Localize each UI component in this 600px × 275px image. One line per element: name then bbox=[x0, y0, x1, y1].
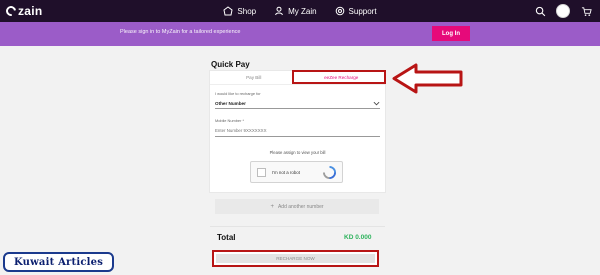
recharge-for-select[interactable]: Other Number bbox=[215, 98, 380, 109]
nav-item-my-zain[interactable]: My Zain bbox=[274, 4, 317, 18]
plus-icon: + bbox=[270, 203, 274, 210]
support-icon bbox=[335, 6, 345, 16]
nav-item-support[interactable]: Support bbox=[335, 4, 377, 18]
recaptcha-icon bbox=[322, 165, 336, 179]
main-nav: Shop My Zain Support bbox=[0, 4, 600, 18]
avatar[interactable] bbox=[556, 4, 570, 18]
annotation-arrow-icon bbox=[392, 63, 463, 94]
mobile-number-input[interactable] bbox=[215, 125, 380, 137]
nav-item-label: Support bbox=[348, 6, 377, 16]
chevron-down-icon bbox=[372, 99, 380, 107]
mobile-number-label: Mobile Number * bbox=[215, 118, 244, 123]
banner-message: Please sign in to MyZain for a tailored … bbox=[120, 29, 241, 35]
tab-pay-bill[interactable]: Pay Bill bbox=[210, 71, 298, 84]
nav-item-label: Shop bbox=[237, 6, 257, 16]
recharge-for-label: I would like to recharge for bbox=[215, 91, 261, 96]
total-value: KD 0.000 bbox=[344, 234, 372, 241]
recaptcha-widget: I'm not a robot bbox=[250, 161, 343, 183]
login-button[interactable]: Log In bbox=[432, 26, 470, 41]
tab-eezee-recharge[interactable]: eeZee Recharge bbox=[298, 71, 386, 84]
sign-in-banner: Please sign in to MyZain for a tailored … bbox=[0, 22, 600, 46]
nav-item-label: My Zain bbox=[288, 6, 317, 16]
page-title: Quick Pay bbox=[211, 60, 250, 69]
quick-pay-tabs: Pay Bill eeZee Recharge bbox=[210, 71, 385, 85]
total-label: Total bbox=[217, 233, 236, 242]
summary-divider bbox=[210, 226, 385, 227]
search-icon[interactable] bbox=[534, 5, 546, 17]
recharge-for-value: Other Number bbox=[215, 100, 246, 106]
add-another-number-button[interactable]: + Add another number bbox=[215, 199, 379, 214]
watermark-text: Kuwait Articles bbox=[13, 256, 104, 268]
shop-icon bbox=[223, 6, 233, 16]
recharge-highlight-box: RECHARGE NOW bbox=[212, 250, 379, 267]
top-actions bbox=[534, 3, 592, 19]
add-another-number-label: Add another number bbox=[277, 203, 324, 210]
cart-icon[interactable] bbox=[580, 5, 592, 17]
user-icon bbox=[274, 6, 284, 16]
top-navigation-bar: zain Shop My Zain Support bbox=[0, 0, 600, 22]
recaptcha-label: I'm not a robot bbox=[272, 169, 300, 175]
kuwait-articles-watermark: Kuwait Articles bbox=[3, 252, 114, 272]
captcha-hint: Please assign to view your bill bbox=[269, 150, 326, 155]
recharge-now-button[interactable]: RECHARGE NOW bbox=[216, 254, 375, 263]
nav-item-shop[interactable]: Shop bbox=[223, 4, 256, 18]
recaptcha-checkbox[interactable] bbox=[257, 167, 266, 177]
